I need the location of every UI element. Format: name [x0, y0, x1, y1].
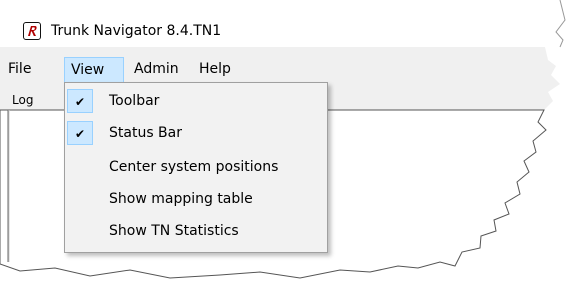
menu-file[interactable]: File — [2, 57, 37, 83]
menu-item-label: Show mapping table — [109, 191, 253, 207]
check-icon: ✔ — [75, 127, 86, 141]
app-window: Trunk Navigator 8.4.TN1 File View Admin … — [0, 0, 569, 293]
window-title: Trunk Navigator 8.4.TN1 — [51, 23, 222, 39]
menu-item-show-tn-statistics[interactable]: Show TN Statistics — [65, 217, 327, 245]
check-indicator: ✔ — [67, 89, 93, 113]
menu-item-label: Show TN Statistics — [109, 223, 239, 239]
check-indicator: ✔ — [67, 121, 93, 145]
menu-item-toolbar[interactable]: ✔ Toolbar — [65, 87, 327, 115]
check-icon: ✔ — [75, 95, 86, 109]
menu-bar: File View Admin Help — [0, 57, 545, 83]
menu-view[interactable]: View — [64, 57, 124, 83]
menu-item-label: Toolbar — [109, 93, 160, 109]
menu-help[interactable]: Help — [193, 57, 237, 83]
menu-item-label: Center system positions — [109, 159, 279, 175]
menu-item-status-bar[interactable]: ✔ Status Bar — [65, 119, 327, 147]
menu-admin[interactable]: Admin — [128, 57, 185, 83]
menu-item-show-mapping-table[interactable]: Show mapping table — [65, 185, 327, 213]
toolbar-log-button[interactable]: Log — [12, 92, 33, 108]
view-menu-dropdown: ✔ Toolbar ✔ Status Bar Center system pos… — [64, 82, 328, 253]
title-bar: Trunk Navigator 8.4.TN1 — [0, 0, 560, 47]
app-logo-icon — [23, 22, 41, 40]
menu-item-label: Status Bar — [109, 125, 183, 141]
menu-item-center-system-positions[interactable]: Center system positions — [65, 153, 327, 181]
